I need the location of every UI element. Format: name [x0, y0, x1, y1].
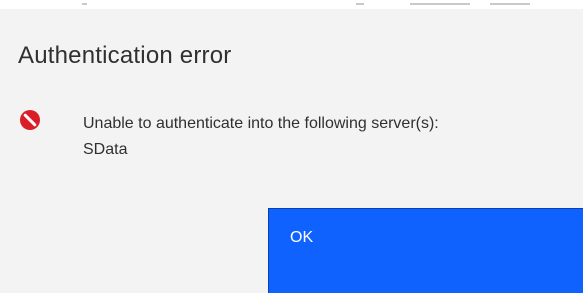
top-edge-mark	[82, 3, 87, 5]
top-edge-mark	[410, 3, 470, 5]
error-icon	[20, 110, 40, 130]
ok-button[interactable]: OK	[268, 208, 583, 293]
dialog-title: Authentication error	[18, 42, 232, 69]
window-top-edge	[0, 0, 583, 9]
error-message: Unable to authenticate into the followin…	[83, 111, 439, 163]
server-name: SData	[83, 141, 128, 158]
top-edge-mark	[490, 3, 530, 5]
authentication-error-dialog: Authentication error Unable to authentic…	[0, 0, 583, 293]
top-edge-mark	[356, 3, 364, 5]
error-message-line: Unable to authenticate into the followin…	[83, 115, 439, 132]
